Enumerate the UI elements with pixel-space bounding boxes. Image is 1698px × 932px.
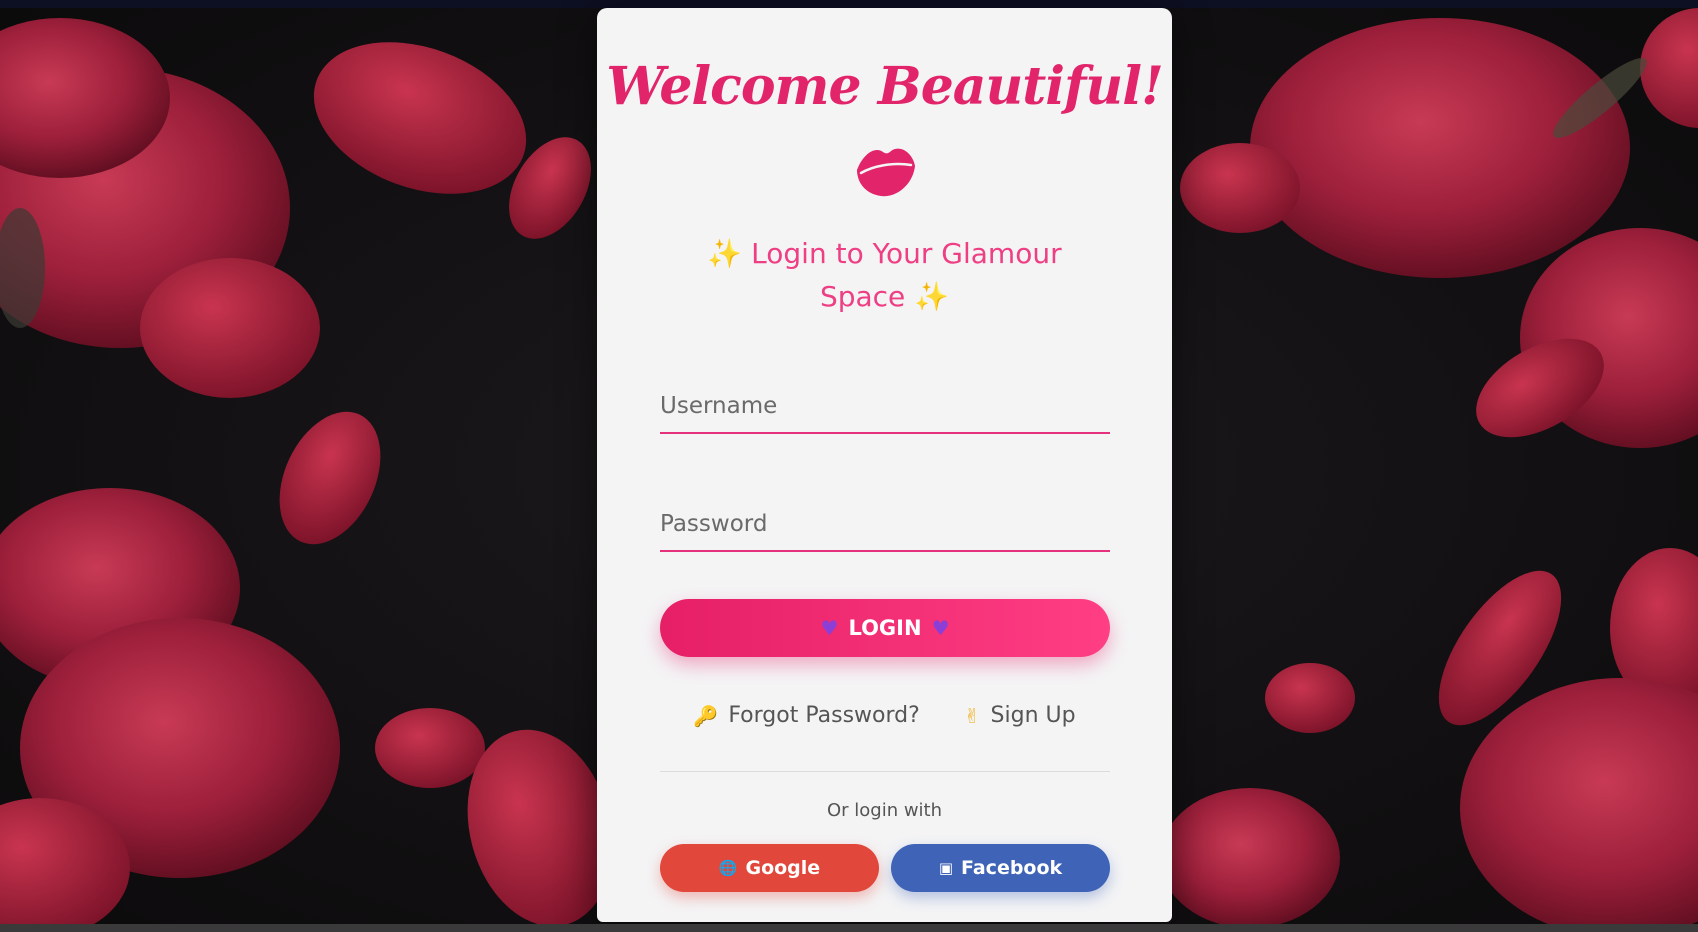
globe-icon: 🌐 <box>718 859 738 877</box>
divider <box>660 771 1110 772</box>
login-subtitle: ✨ Login to Your Glamour Space ✨ <box>707 237 1062 313</box>
login-button-label: LOGIN <box>848 616 922 640</box>
social-login-prompt: Or login with <box>826 800 943 821</box>
google-label: Google <box>745 857 821 879</box>
forgot-password-link[interactable]: 🔑 Forgot Password? <box>693 703 919 728</box>
facebook-label: Facebook <box>961 857 1063 879</box>
purple-heart-icon: ♥ <box>820 616 839 640</box>
key-icon: 🔑 <box>693 703 719 728</box>
password-input[interactable] <box>660 498 1110 550</box>
sign-up-link[interactable]: ✌ Sign Up <box>964 703 1076 728</box>
facebook-icon: ▣ <box>938 859 953 877</box>
sign-up-label: Sign Up <box>990 703 1076 728</box>
google-login-button[interactable]: 🌐 Google <box>660 844 879 892</box>
username-input[interactable] <box>660 380 1110 432</box>
forgot-password-label: Forgot Password? <box>728 703 920 728</box>
login-card: Welcome Beautiful! ✨ Login to Your Glamo… <box>597 8 1172 922</box>
login-button[interactable]: ♥ LOGIN ♥ <box>660 599 1110 657</box>
lips-icon <box>857 148 915 197</box>
facebook-login-button[interactable]: ▣ Facebook <box>891 844 1110 892</box>
welcome-title: Welcome Beautiful! <box>606 56 1164 117</box>
top-window-edge <box>0 0 1698 8</box>
purple-heart-icon: ♥ <box>931 616 950 640</box>
victory-hand-icon: ✌ <box>963 703 981 728</box>
bottom-window-edge <box>0 924 1698 932</box>
password-field <box>660 498 1110 552</box>
username-field <box>660 380 1110 434</box>
auth-links: 🔑 Forgot Password? ✌ Sign Up <box>597 703 1172 728</box>
